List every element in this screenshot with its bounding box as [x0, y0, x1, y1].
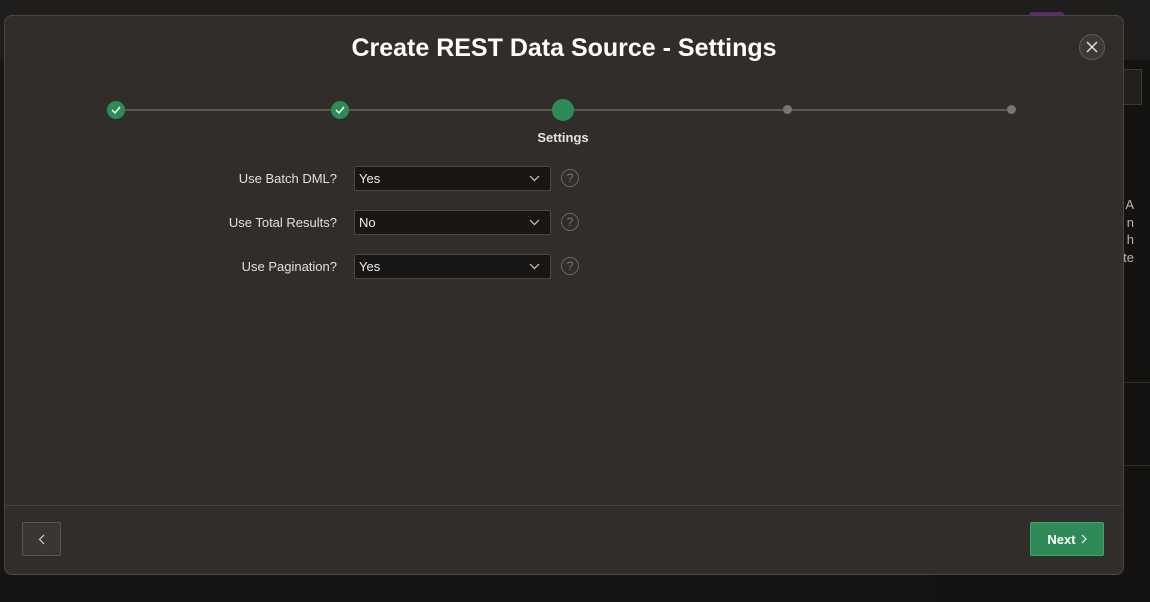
chevron-down-icon: [529, 263, 540, 269]
divider: [1124, 382, 1150, 383]
close-button[interactable]: [1079, 34, 1105, 60]
chevron-down-icon: [529, 219, 540, 225]
wizard-step-1-complete: [107, 101, 125, 119]
check-icon: [335, 106, 345, 114]
field-label: Use Batch DML?: [238, 170, 337, 186]
current-step-label: Settings: [537, 130, 589, 145]
chevron-right-icon: [1081, 534, 1087, 544]
use-total-results-select[interactable]: No: [354, 209, 551, 235]
wizard-step-5: [1007, 105, 1016, 114]
field-label: Use Total Results?: [228, 214, 337, 230]
field-use-batch-dml: Use Batch DML? Yes ?: [5, 165, 579, 191]
dialog-footer-divider: [5, 505, 1123, 506]
chevron-left-icon: [38, 534, 45, 544]
close-icon: [1086, 41, 1098, 53]
create-rest-data-source-dialog: Create REST Data Source - Settings Setti…: [4, 15, 1124, 575]
use-pagination-select[interactable]: Yes: [354, 253, 551, 279]
next-button[interactable]: Next: [1030, 522, 1104, 556]
wizard-step-2-complete: [331, 101, 349, 119]
field-use-total-results: Use Total Results? No ?: [5, 209, 579, 235]
field-use-pagination: Use Pagination? Yes ?: [5, 253, 579, 279]
use-batch-dml-select[interactable]: Yes: [354, 165, 551, 191]
divider: [1124, 465, 1150, 466]
check-icon: [111, 106, 121, 114]
help-icon[interactable]: ?: [561, 169, 579, 187]
previous-button[interactable]: [22, 522, 61, 556]
help-icon[interactable]: ?: [561, 213, 579, 231]
chevron-down-icon: [529, 175, 540, 181]
field-label: Use Pagination?: [241, 258, 337, 274]
dialog-title: Create REST Data Source - Settings: [351, 34, 777, 62]
help-icon[interactable]: ?: [561, 257, 579, 275]
wizard-step-3-current: [552, 99, 574, 121]
wizard-step-4: [783, 105, 792, 114]
